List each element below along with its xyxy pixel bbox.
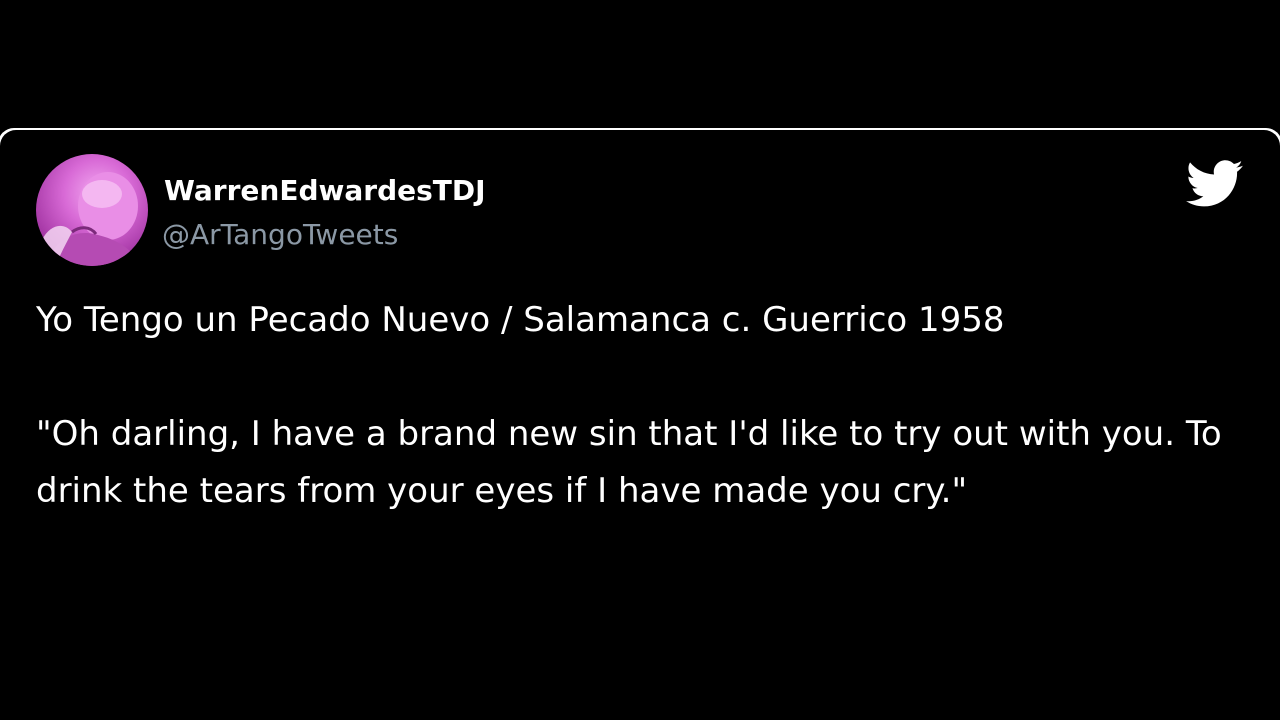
user-handle[interactable]: @ArTangoTweets [162,218,398,251]
page: WarrenEdwardesTDJ @ArTangoTweets Yo Teng… [0,0,1280,720]
tweet-text-quote: "Oh darling, I have a brand new sin that… [36,414,1233,511]
tweet-text: Yo Tengo un Pecado Nuevo / Salamanca c. … [36,292,1236,520]
display-name[interactable]: WarrenEdwardesTDJ [164,174,486,207]
avatar-photo [42,172,140,266]
tweet-card: WarrenEdwardesTDJ @ArTangoTweets Yo Teng… [0,130,1280,720]
avatar[interactable] [36,154,148,266]
tweet-text-title: Yo Tengo un Pecado Nuevo / Salamanca c. … [36,300,1005,340]
twitter-bird-icon[interactable] [1186,160,1244,208]
